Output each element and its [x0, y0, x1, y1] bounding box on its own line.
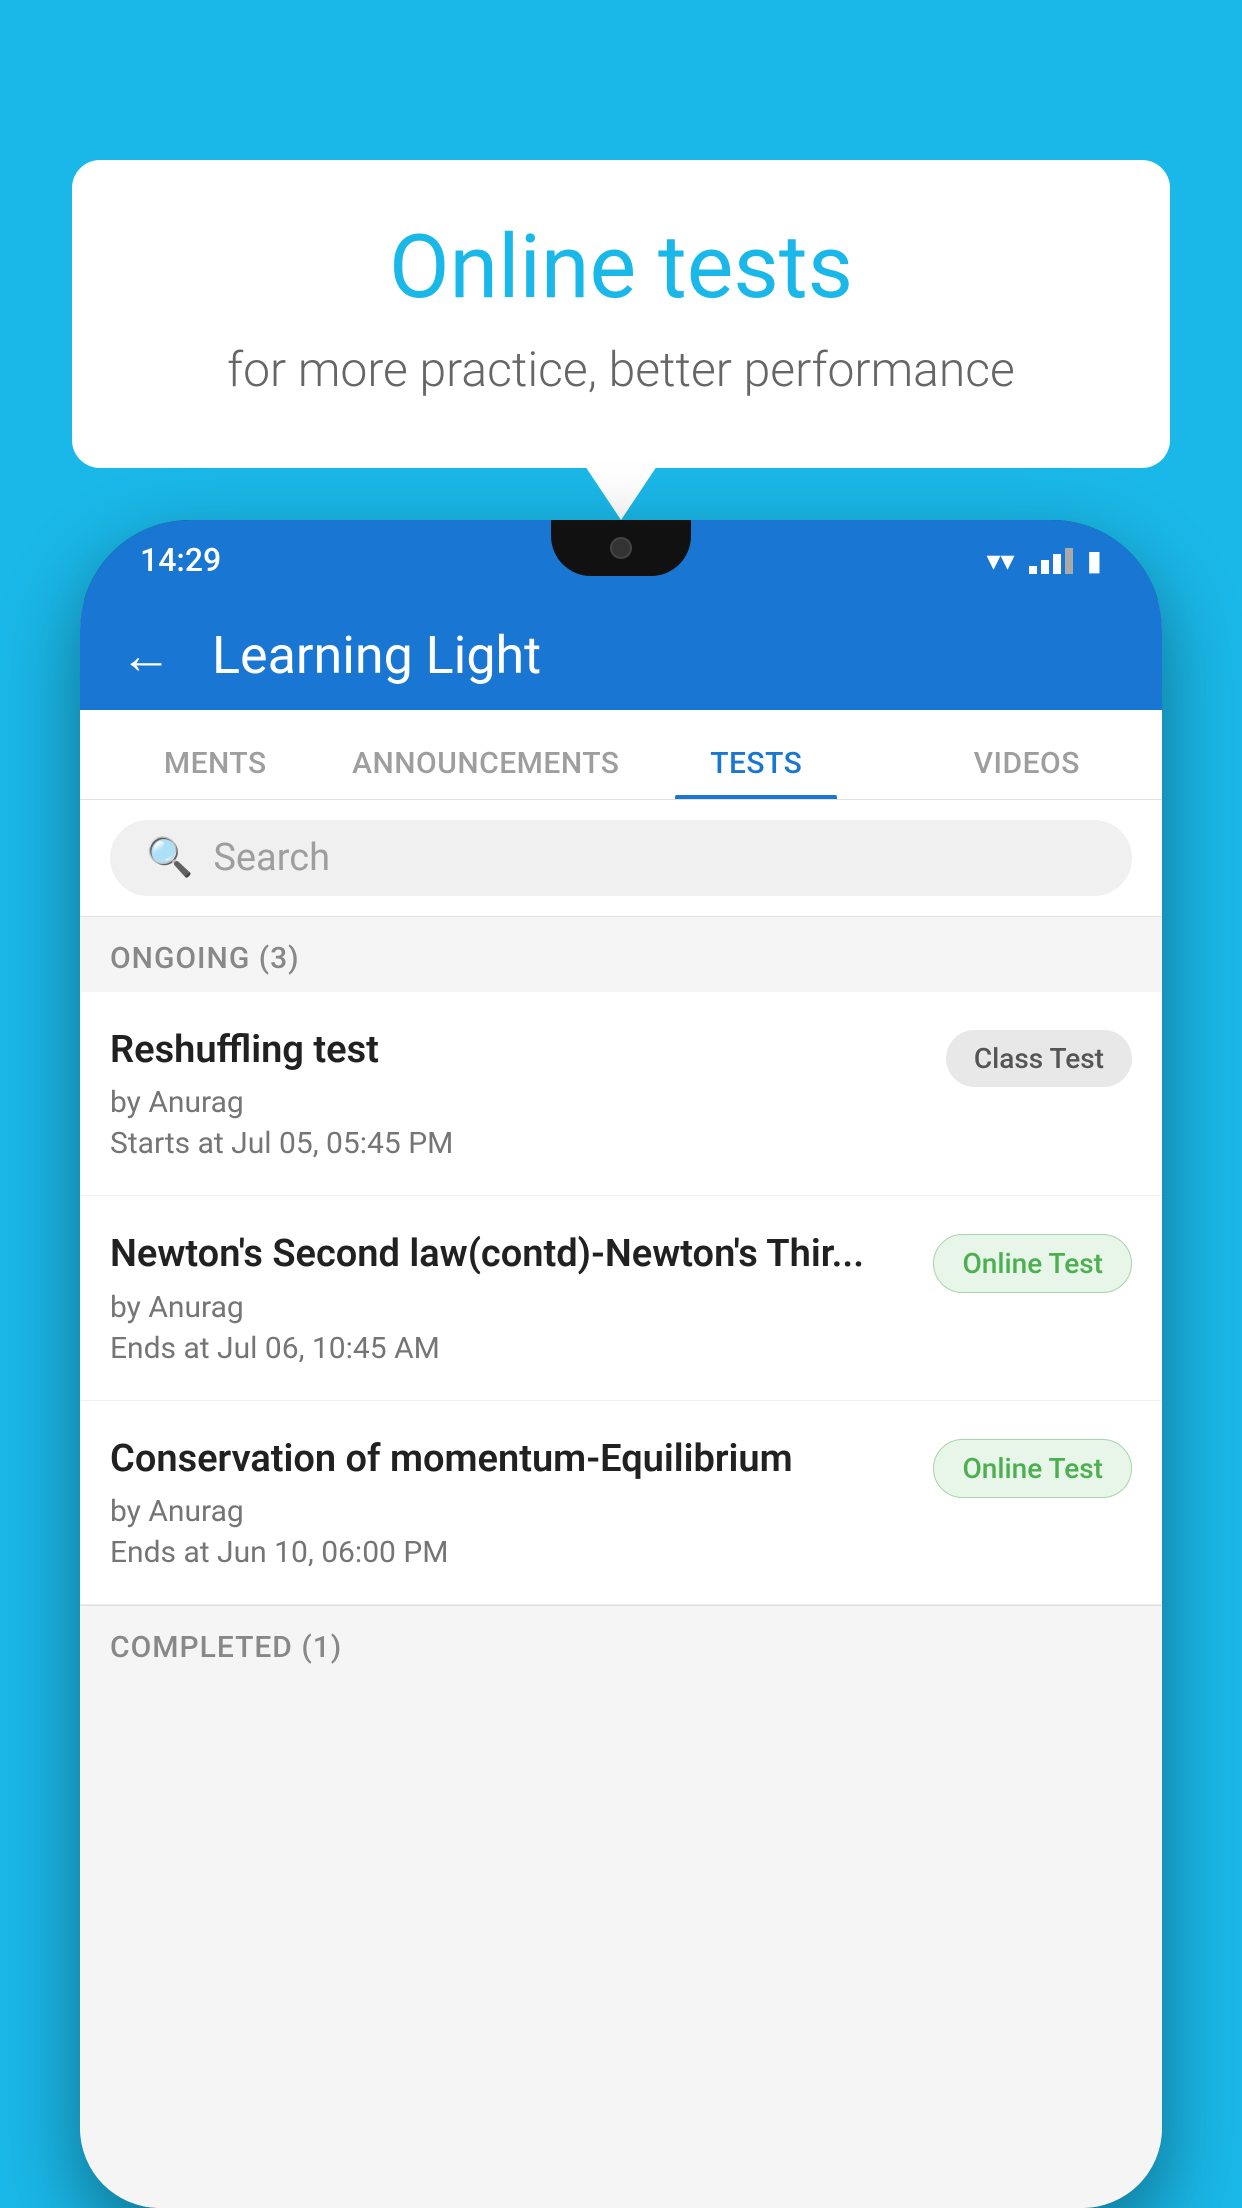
camera-dot: [610, 537, 632, 559]
speech-bubble: Online tests for more practice, better p…: [72, 160, 1170, 468]
test-name: Reshuffling test: [110, 1026, 926, 1075]
section-header-ongoing: ONGOING (3): [80, 917, 1162, 992]
test-item[interactable]: Conservation of momentum-Equilibrium by …: [80, 1401, 1162, 1605]
status-time: 14:29: [140, 541, 221, 579]
section-header-completed: COMPLETED (1): [80, 1605, 1162, 1681]
test-item-left: Newton's Second law(contd)-Newton's Thir…: [110, 1230, 933, 1365]
test-time: Ends at Jun 10, 06:00 PM: [110, 1535, 913, 1570]
search-icon: 🔍: [146, 836, 193, 880]
test-item[interactable]: Newton's Second law(contd)-Newton's Thir…: [80, 1196, 1162, 1400]
search-bar[interactable]: 🔍 Search: [110, 820, 1132, 896]
test-name: Newton's Second law(contd)-Newton's Thir…: [110, 1230, 913, 1279]
tab-ments[interactable]: MENTS: [80, 746, 351, 799]
phone-inner: ← Learning Light MENTS ANNOUNCEMENTS TES…: [80, 600, 1162, 2208]
test-item[interactable]: Reshuffling test by Anurag Starts at Jul…: [80, 992, 1162, 1196]
tab-announcements[interactable]: ANNOUNCEMENTS: [351, 746, 622, 799]
speech-bubble-container: Online tests for more practice, better p…: [72, 160, 1170, 468]
search-input[interactable]: Search: [213, 836, 330, 880]
wifi-icon: ▾▾: [986, 544, 1014, 577]
status-icons: ▾▾ ▮: [986, 544, 1102, 577]
test-badge-class: Class Test: [946, 1030, 1132, 1087]
tab-tests[interactable]: TESTS: [621, 746, 892, 799]
signal-bars-icon: [1029, 546, 1073, 574]
tab-videos[interactable]: VIDEOS: [892, 746, 1163, 799]
phone-content: 🔍 Search ONGOING (3) Reshuffling test by…: [80, 800, 1162, 2208]
test-badge-online-2: Online Test: [933, 1439, 1132, 1498]
test-item-left: Conservation of momentum-Equilibrium by …: [110, 1435, 933, 1570]
test-by: by Anurag: [110, 1494, 913, 1529]
tab-bar: MENTS ANNOUNCEMENTS TESTS VIDEOS: [80, 710, 1162, 800]
test-time: Ends at Jul 06, 10:45 AM: [110, 1331, 913, 1366]
test-name: Conservation of momentum-Equilibrium: [110, 1435, 913, 1484]
search-bar-container: 🔍 Search: [80, 800, 1162, 917]
test-badge-online: Online Test: [933, 1234, 1132, 1293]
test-by: by Anurag: [110, 1085, 926, 1120]
app-header: ← Learning Light: [80, 600, 1162, 710]
phone-notch: [551, 520, 691, 576]
bubble-title: Online tests: [152, 220, 1090, 317]
phone-frame: 14:29 ▾▾ ▮ ← Learning Light MENTS ANNOUN…: [80, 520, 1162, 2208]
test-list: Reshuffling test by Anurag Starts at Jul…: [80, 992, 1162, 1605]
back-button[interactable]: ←: [120, 625, 172, 686]
battery-icon: ▮: [1087, 544, 1102, 577]
bubble-subtitle: for more practice, better performance: [152, 341, 1090, 398]
status-bar: 14:29 ▾▾ ▮: [80, 520, 1162, 600]
test-time: Starts at Jul 05, 05:45 PM: [110, 1126, 926, 1161]
test-item-left: Reshuffling test by Anurag Starts at Jul…: [110, 1026, 946, 1161]
test-by: by Anurag: [110, 1290, 913, 1325]
app-title: Learning Light: [212, 625, 541, 686]
